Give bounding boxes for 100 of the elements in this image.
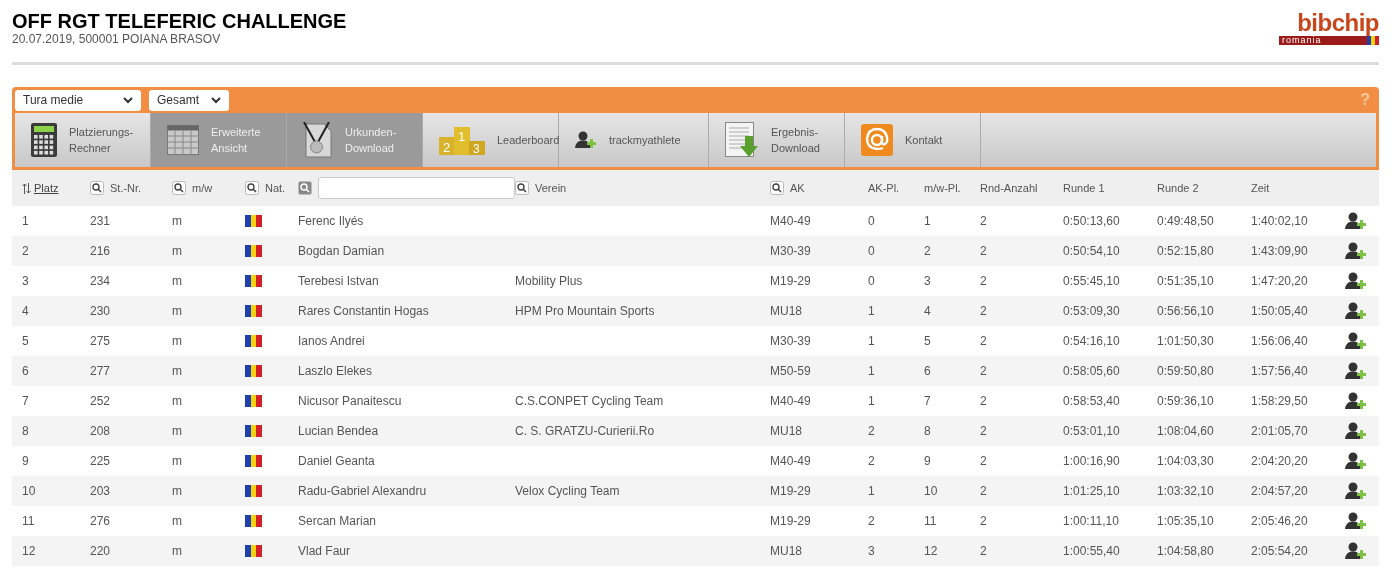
- add-user-icon[interactable]: [1345, 331, 1367, 351]
- table-cell-text: 2: [980, 423, 987, 440]
- table-cell-text: 277: [90, 363, 111, 380]
- table-cell-text: 3: [22, 273, 29, 290]
- table-cell-text: M30-39: [770, 333, 811, 350]
- table-cell-text: 11: [22, 513, 35, 530]
- table-cell-text: 2: [980, 543, 987, 560]
- table-cell-text: 234: [90, 273, 111, 290]
- sort-icon[interactable]: [22, 182, 31, 194]
- table-cell-text: 3: [924, 273, 931, 290]
- table-cell-text: Ianos Andrei: [298, 333, 365, 350]
- table-cell-text: Velox Cycling Team: [515, 483, 620, 500]
- table-cell-text: 1:43:09,90: [1251, 243, 1308, 260]
- table-cell-text: 2: [980, 363, 987, 380]
- table-cell-text: 1:01:50,30: [1157, 333, 1214, 350]
- flag-icon: [245, 425, 262, 437]
- add-user-icon[interactable]: [1345, 211, 1367, 231]
- add-user-icon[interactable]: [1345, 451, 1367, 471]
- add-user-icon[interactable]: [1345, 271, 1367, 291]
- table-cell-text: 0:58:53,40: [1063, 393, 1120, 410]
- nav-tab[interactable]: trackmyathlete: [559, 113, 709, 167]
- add-user-icon[interactable]: [1345, 301, 1367, 321]
- table-cell-text: Vlad Faur: [298, 543, 351, 560]
- add-user-icon[interactable]: [1345, 361, 1367, 381]
- table-cell-text: 10: [924, 483, 938, 500]
- flag-icon: [245, 485, 262, 497]
- logo-wordmark: bibchip: [1297, 10, 1379, 36]
- table-cell-text: Daniel Geanta: [298, 453, 375, 470]
- table-cell-text: 0: [868, 213, 875, 230]
- table-cell-text: m: [172, 423, 182, 440]
- table-cell-text: 0:51:35,10: [1157, 273, 1214, 290]
- nav-tab[interactable]: 2 1 3 Leaderboard: [423, 113, 559, 167]
- search-icon[interactable]: [770, 181, 784, 195]
- table-cell-text: 275: [90, 333, 111, 350]
- table-cell-text: 5: [22, 333, 29, 350]
- table-cell-text: C.S.CONPET Cycling Team: [515, 393, 664, 410]
- table-cell-text: Nicusor Panaitescu: [298, 393, 402, 410]
- table-cell-text: 1:08:04,60: [1157, 423, 1214, 440]
- table-cell-text: 1:47:20,20: [1251, 273, 1308, 290]
- add-user-icon[interactable]: [1345, 421, 1367, 441]
- nav-tab[interactable]: Kontakt: [845, 113, 981, 167]
- table-cell-text: 2: [868, 513, 875, 530]
- table-cell-text: 2: [980, 303, 987, 320]
- table-cell-text: m: [172, 363, 182, 380]
- add-user-icon[interactable]: [1345, 391, 1367, 411]
- add-user-icon[interactable]: [1345, 511, 1367, 531]
- table-cell-text: m: [172, 483, 182, 500]
- event-subtitle: 20.07.2019, 500001 POIANA BRASOV: [12, 32, 222, 46]
- table-cell-text: 10: [22, 483, 36, 500]
- table-cell-text: 0:53:09,30: [1063, 303, 1120, 320]
- column-header: Runde 1: [1063, 180, 1105, 196]
- caret-icon: [123, 96, 133, 104]
- search-icon[interactable]: [515, 181, 529, 195]
- column-header: Zeit: [1251, 180, 1270, 196]
- table-cell-text: 1:00:16,90: [1063, 453, 1120, 470]
- table-cell-text: 6: [22, 363, 29, 380]
- flag-icon: [245, 335, 262, 347]
- table-cell-text: 12: [924, 543, 938, 560]
- table-cell-text: m: [172, 453, 182, 470]
- table-cell-text: 2:05:46,20: [1251, 513, 1308, 530]
- table-cell-text: Bogdan Damian: [298, 243, 385, 260]
- search-icon[interactable]: [172, 181, 186, 195]
- table-cell-text: M19-29: [770, 483, 811, 500]
- table-cell-text: m: [172, 333, 182, 350]
- add-user-icon[interactable]: [1345, 541, 1367, 561]
- add-user-icon[interactable]: [1345, 241, 1367, 261]
- search-icon[interactable]: [90, 181, 104, 195]
- table-cell-text: M40-49: [770, 393, 811, 410]
- table-cell-text: 276: [90, 513, 111, 530]
- table-cell-text: Radu-Gabriel Alexandru: [298, 483, 427, 500]
- table-cell-text: 6: [924, 363, 931, 380]
- table-cell-text: M40-49: [770, 213, 811, 230]
- table-cell-text: 0:50:13,60: [1063, 213, 1120, 230]
- table-cell-text: 225: [90, 453, 111, 470]
- table-cell-text: Terebesi Istvan: [298, 273, 379, 290]
- name-search-field[interactable]: [318, 177, 515, 199]
- table-cell-text: m: [172, 243, 182, 260]
- table-cell-text: 2: [980, 243, 987, 260]
- dropdown[interactable]: Tura medie: [15, 89, 141, 111]
- nav-tab[interactable]: Platzierungs- Rechner: [15, 113, 151, 167]
- logo-subtitle: romania: [1279, 36, 1367, 45]
- table-cell-text: HPM Pro Mountain Sports: [515, 303, 655, 320]
- table-cell-text: M40-49: [770, 453, 811, 470]
- table-cell-text: 252: [90, 393, 111, 410]
- table-cell-text: 0:56:56,10: [1157, 303, 1214, 320]
- table-cell-text: 0:54:16,10: [1063, 333, 1120, 350]
- table-cell-text: Laszlo Elekes: [298, 363, 373, 380]
- dropdown[interactable]: Gesamt: [149, 89, 229, 111]
- table-cell-text: 2: [22, 243, 29, 260]
- nav-tab[interactable]: Ergebnis- Download: [709, 113, 845, 167]
- search-icon[interactable]: [245, 181, 259, 195]
- sort-link[interactable]: Platz: [34, 179, 59, 197]
- column-header: m/w-Pl.: [924, 180, 961, 196]
- table-cell-text: m: [172, 213, 182, 230]
- add-user-icon[interactable]: [1345, 481, 1367, 501]
- table-cell-text: 231: [90, 213, 111, 230]
- table-cell-text: 1: [868, 363, 875, 380]
- table-cell-text: 2:05:54,20: [1251, 543, 1308, 560]
- add-user-icon[interactable]: [575, 130, 597, 150]
- event-title: OFF RGT TELEFERIC CHALLENGE: [12, 10, 347, 32]
